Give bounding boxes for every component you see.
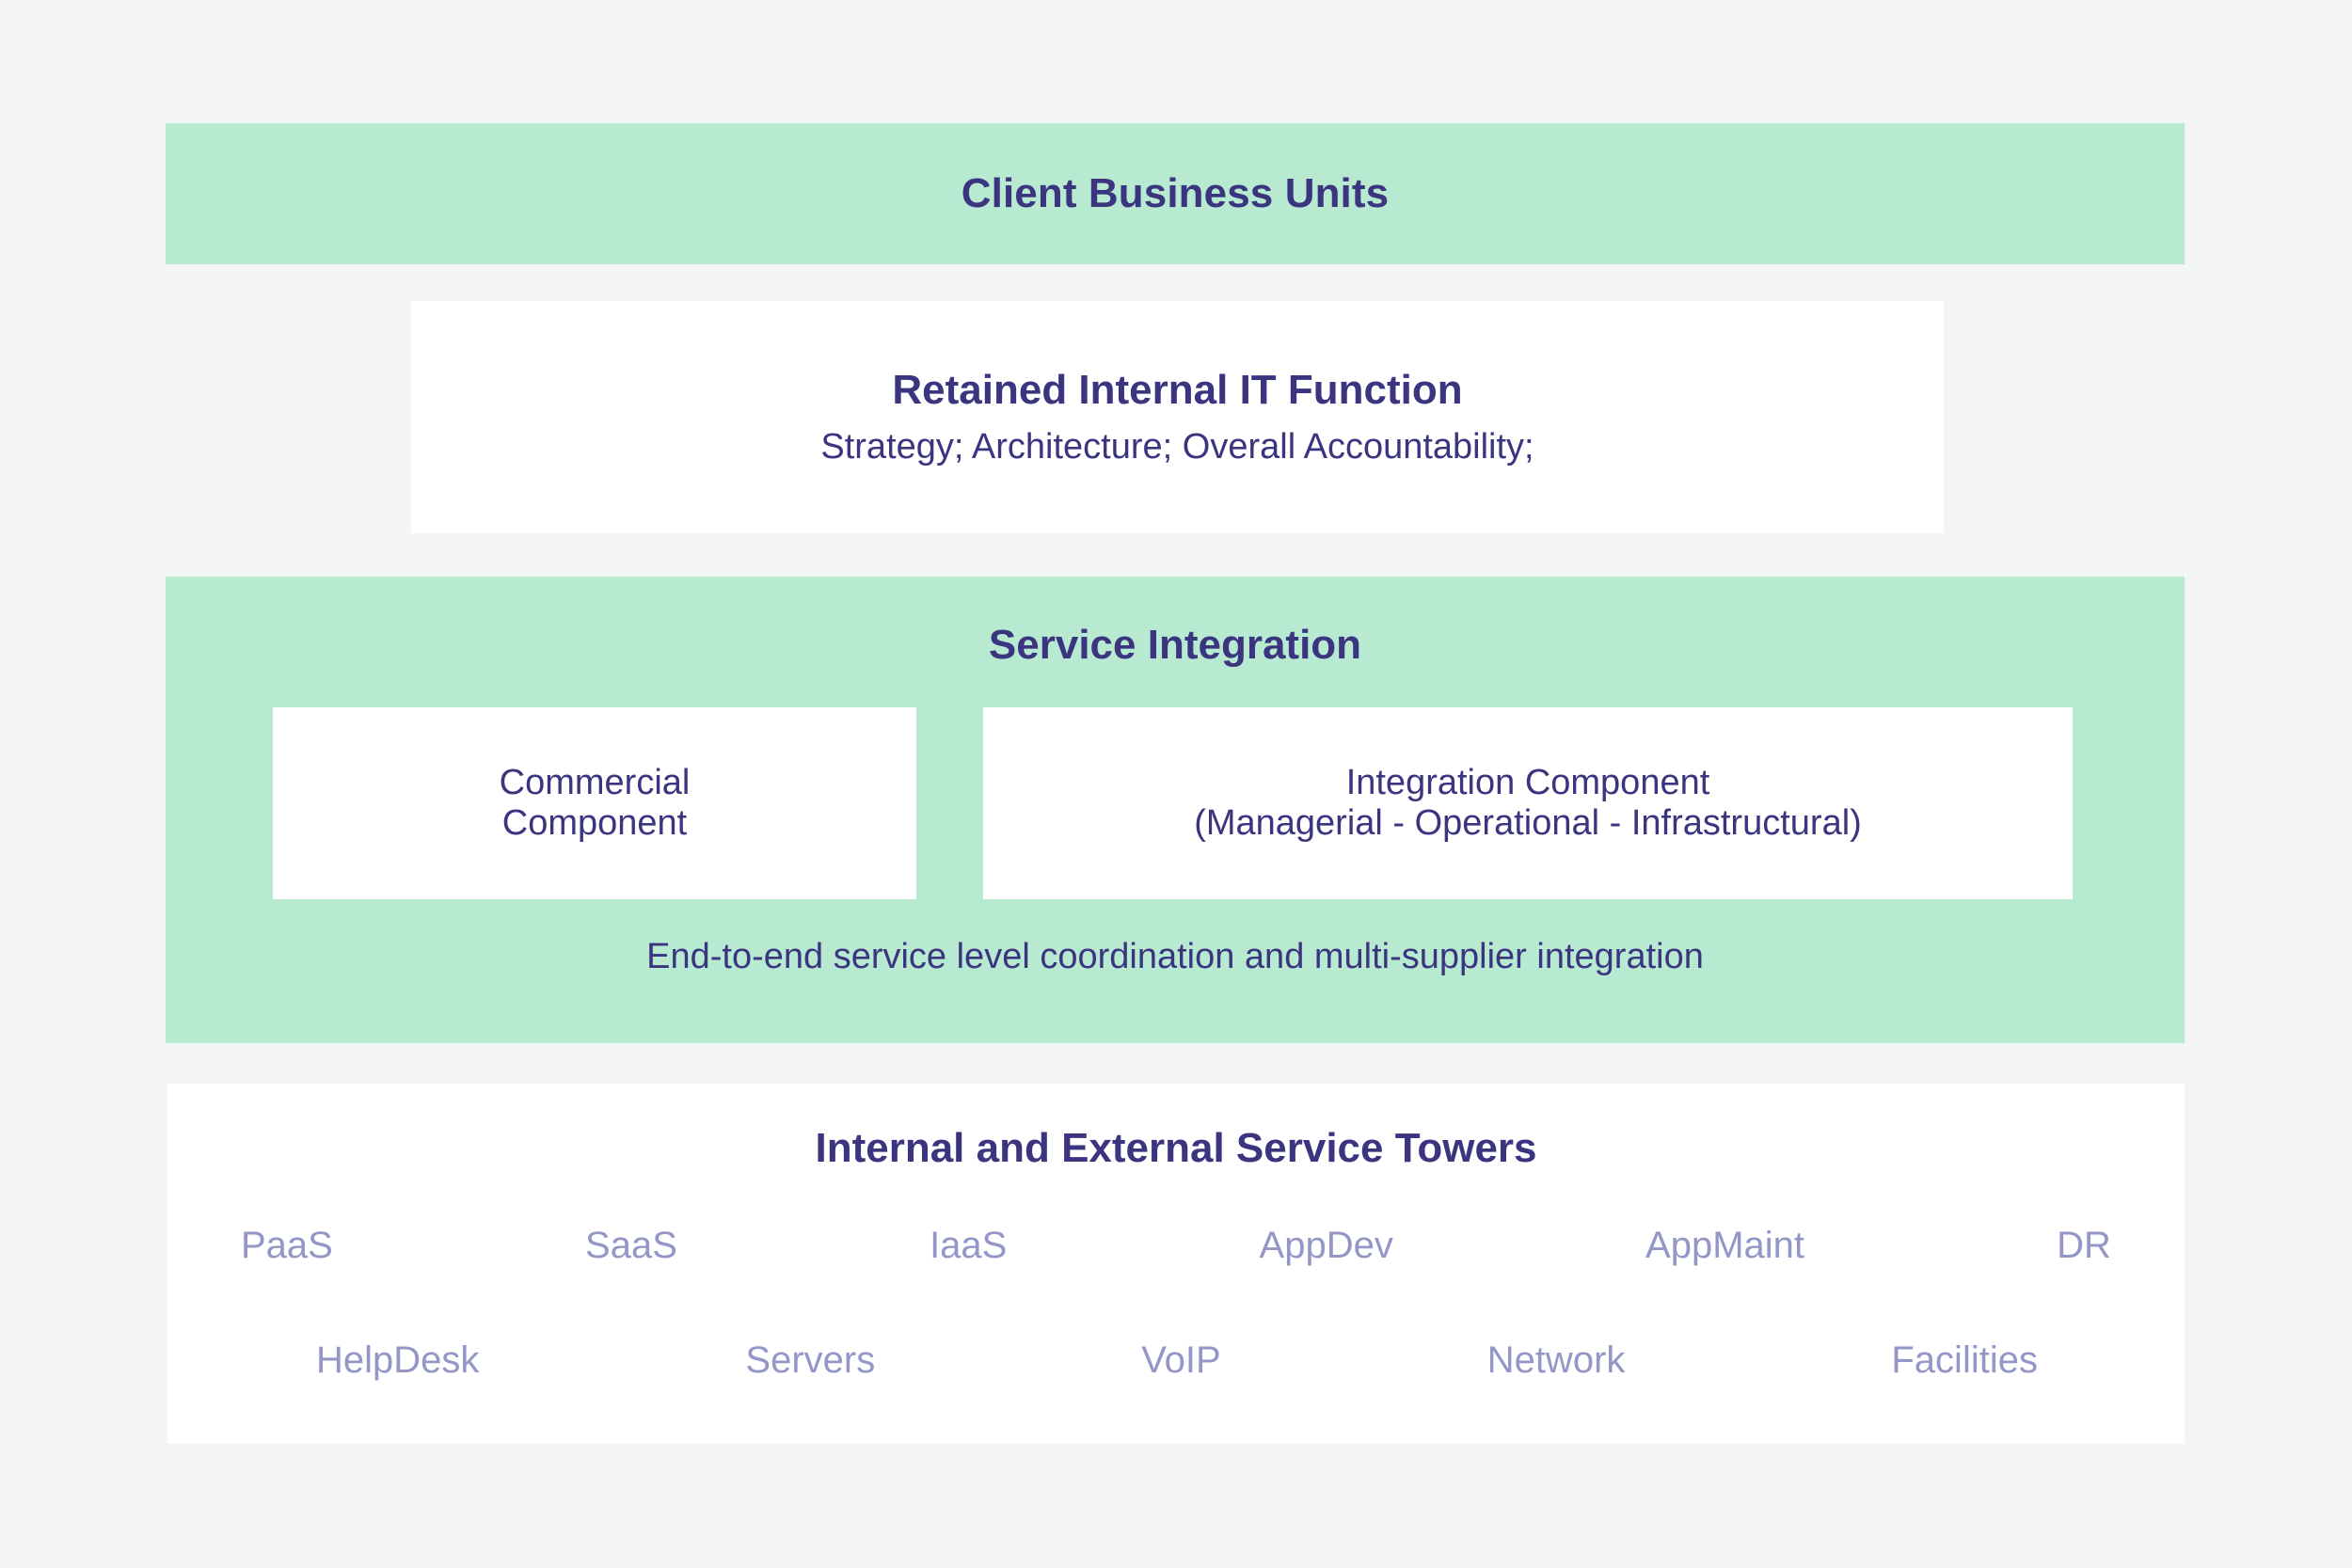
service-integration-title: Service Integration (988, 622, 1362, 668)
tower-label-voip: VoIP (1141, 1339, 1221, 1381)
tower-label-servers: Servers (745, 1339, 876, 1381)
service-integration-footnote: End-to-end service level coordination an… (646, 937, 1704, 976)
commercial-component-label: Commercial Component (499, 762, 691, 843)
tower-label-appmaint: AppMaint (1645, 1225, 1804, 1266)
tower-label-appdev: AppDev (1259, 1225, 1393, 1266)
service-integration-band: Service Integration Commercial Component… (166, 577, 2185, 1043)
service-towers-row-2: HelpDesk Servers VoIP Network Facilities (316, 1339, 2038, 1382)
tower-label-helpdesk: HelpDesk (316, 1339, 480, 1381)
tower-label-iaas: IaaS (930, 1225, 1008, 1266)
commercial-component-box: Commercial Component (273, 707, 916, 899)
tower-label-saas: SaaS (585, 1225, 677, 1266)
retained-internal-it-function-subtitle: Strategy; Architecture; Overall Accounta… (820, 427, 1534, 467)
tower-label-facilities: Facilities (1891, 1339, 2038, 1381)
integration-component-box: Integration Component (Managerial - Oper… (983, 707, 2073, 899)
client-business-units-title: Client Business Units (961, 170, 1390, 216)
integration-component-label: Integration Component (Managerial - Oper… (1194, 762, 1862, 843)
service-towers-band: Internal and External Service Towers Paa… (167, 1084, 2185, 1444)
retained-internal-it-function-box: Retained Internal IT Function Strategy; … (411, 301, 1944, 533)
tower-label-dr: DR (2057, 1225, 2111, 1266)
client-business-units-band: Client Business Units (166, 123, 2185, 264)
service-towers-title: Internal and External Service Towers (815, 1125, 1537, 1171)
service-towers-row-1: PaaS SaaS IaaS AppDev AppMaint DR (241, 1225, 2111, 1267)
diagram-canvas: Client Business Units Retained Internal … (0, 0, 2352, 1568)
tower-label-paas: PaaS (241, 1225, 333, 1266)
retained-internal-it-function-title: Retained Internal IT Function (892, 367, 1463, 413)
tower-label-network: Network (1486, 1339, 1626, 1381)
